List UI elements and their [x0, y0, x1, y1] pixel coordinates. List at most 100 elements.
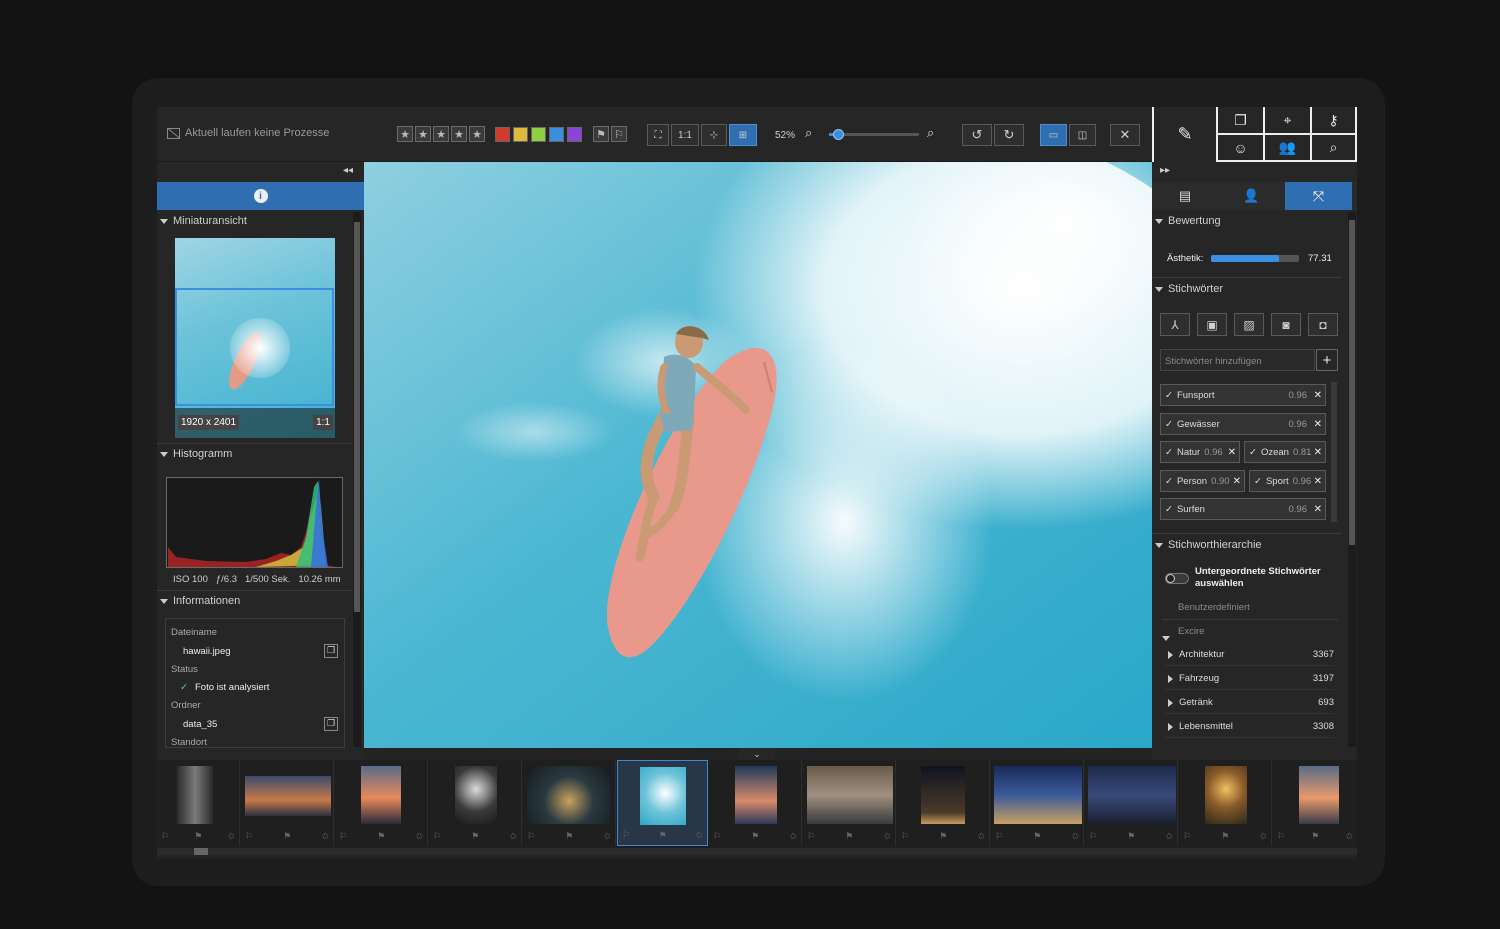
keyword-chip[interactable]: ✓ Sport 0.96 ✕	[1249, 470, 1326, 492]
film-thumb[interactable]: ⚐ ⚑ ✩	[709, 760, 802, 846]
flag-icon[interactable]: ⚐	[995, 831, 1003, 842]
star-icon[interactable]: ✩	[977, 831, 985, 842]
left-scrollbar[interactable]	[353, 212, 361, 747]
thumbnail-section-header[interactable]: Miniaturansicht	[160, 215, 247, 227]
hierarchy-section-header[interactable]: Stichworthierarchie	[1155, 539, 1262, 551]
star-1-icon[interactable]: ★	[397, 126, 413, 142]
add-keyword-input[interactable]: Stichwörter hinzufügen	[1160, 349, 1315, 371]
flag-icon[interactable]: ⚐	[713, 831, 721, 842]
star-icon[interactable]: ✩	[789, 831, 797, 842]
main-photo[interactable]	[364, 162, 1152, 748]
film-thumb[interactable]: ⚐ ⚑ ✩	[803, 760, 896, 846]
person-pose-icon[interactable]: ⅄	[1160, 313, 1190, 336]
color-label-blue[interactable]	[549, 127, 564, 142]
film-thumb-selected[interactable]: ⚐ ⚑ ✩	[617, 760, 708, 846]
flag-icon[interactable]: ⚐	[527, 831, 535, 842]
keyword-chip[interactable]: ✓ Gewässer 0.96 ✕	[1160, 413, 1326, 435]
remove-keyword-icon[interactable]: ✕	[1314, 476, 1322, 487]
flag-icon[interactable]: ⚐	[245, 831, 253, 842]
tag-icon[interactable]: ⚑	[283, 831, 291, 842]
tag-icon[interactable]: ⚑	[1127, 831, 1135, 842]
keyword-chip[interactable]: ✓ Ozean 0.81 ✕	[1244, 441, 1326, 463]
fullscreen-icon[interactable]: ⛶	[647, 124, 669, 146]
star-icon[interactable]: ✩	[1345, 831, 1353, 842]
film-thumb[interactable]: ⚐ ⚑ ✩	[523, 760, 616, 846]
flag-icon[interactable]: ⚐	[901, 831, 909, 842]
one-to-one-button[interactable]: 1:1	[671, 124, 699, 146]
viewport-frame[interactable]	[175, 288, 334, 406]
tag-icon[interactable]: ⚑	[659, 830, 667, 841]
film-thumb[interactable]: ⚐ ⚑ ✩	[335, 760, 428, 846]
filmstrip-scrollbar[interactable]	[157, 848, 1357, 855]
flag-icon[interactable]: ⚐	[433, 831, 441, 842]
tag-icon[interactable]: ⚑	[1311, 831, 1319, 842]
information-section-header[interactable]: Informationen	[160, 595, 240, 607]
star-5-icon[interactable]: ★	[469, 126, 485, 142]
flag-icon[interactable]: ⚐	[622, 830, 630, 841]
location-pin-icon[interactable]: ⌖	[1263, 107, 1310, 135]
compare-view-icon[interactable]: ◫	[1069, 124, 1096, 146]
film-thumb[interactable]: ⚐ ⚑ ✩	[157, 760, 240, 846]
star-icon[interactable]: ✩	[1259, 831, 1267, 842]
keyword-chip[interactable]: ✓ Funsport 0.96 ✕	[1160, 384, 1326, 406]
thumbnail-preview[interactable]: 1920 x 2401 1:1	[175, 238, 335, 438]
rotate-left-icon[interactable]: ↺	[962, 124, 992, 146]
fit-icon[interactable]: ⊹	[701, 124, 727, 146]
custom-label[interactable]: Benutzerdefiniert	[1178, 602, 1250, 613]
zoom-in-icon[interactable]: ⌕	[927, 125, 934, 141]
film-thumb[interactable]: ⚐ ⚑ ✩	[429, 760, 522, 846]
tree-item[interactable]: Architektur 3367	[1164, 644, 1334, 666]
face-icon[interactable]: ☺	[1216, 135, 1263, 162]
camera-settings-icon[interactable]: ◘	[1308, 313, 1338, 336]
tag-icon[interactable]: ⚑	[377, 831, 385, 842]
star-icon[interactable]: ✩	[603, 831, 611, 842]
tag-icon[interactable]: ⚑	[565, 831, 573, 842]
copy-folder-icon[interactable]: ❐	[324, 717, 338, 731]
people-icon[interactable]: 👥	[1263, 135, 1310, 162]
color-label-purple[interactable]	[567, 127, 582, 142]
close-icon[interactable]: ✕	[1110, 124, 1140, 146]
star-icon[interactable]: ✩	[321, 831, 329, 842]
color-label-yellow[interactable]	[513, 127, 528, 142]
reject-flag-icon[interactable]: ⚑	[593, 126, 609, 142]
color-label-red[interactable]	[495, 127, 510, 142]
key-icon[interactable]: ⚷	[1310, 107, 1357, 135]
star-2-icon[interactable]: ★	[415, 126, 431, 142]
tag-icon[interactable]: ⚑	[471, 831, 479, 842]
info-tab[interactable]: i	[157, 182, 364, 210]
flag-icon[interactable]: ⚐	[339, 831, 347, 842]
flag-icon[interactable]: ⚐	[807, 831, 815, 842]
keywords-section-header[interactable]: Stichwörter	[1155, 283, 1223, 295]
remove-keyword-icon[interactable]: ✕	[1314, 419, 1322, 430]
tag-icon[interactable]: ⚑	[1221, 831, 1229, 842]
star-icon[interactable]: ✩	[1071, 831, 1079, 842]
deselect-icon[interactable]: ▨	[1234, 313, 1264, 336]
pick-flag-icon[interactable]: ⚐	[611, 126, 627, 142]
right-scrollbar-thumb[interactable]	[1349, 220, 1355, 545]
film-thumb[interactable]: ⚐ ⚑ ✩	[1273, 760, 1357, 846]
star-icon[interactable]: ✩	[227, 831, 235, 842]
remove-keyword-icon[interactable]: ✕	[1314, 447, 1322, 458]
remove-keyword-icon[interactable]: ✕	[1233, 476, 1241, 487]
select-all-icon[interactable]: ▣	[1197, 313, 1227, 336]
keyword-chip[interactable]: ✓ Natur 0.96 ✕	[1160, 441, 1240, 463]
left-scrollbar-thumb[interactable]	[354, 222, 360, 612]
add-keyword-button[interactable]: +	[1316, 349, 1338, 371]
zoom-slider-handle[interactable]	[833, 129, 844, 140]
copy-filename-icon[interactable]: ❐	[324, 644, 338, 658]
film-thumb[interactable]: ⚐ ⚑ ✩	[1179, 760, 1272, 846]
star-icon[interactable]: ✩	[415, 831, 423, 842]
color-label-green[interactable]	[531, 127, 546, 142]
keyword-chip[interactable]: ✓ Person 0.90 ✕	[1160, 470, 1245, 492]
film-thumb[interactable]: ⚐ ⚑ ✩	[1085, 760, 1178, 846]
right-scrollbar[interactable]	[1348, 212, 1356, 747]
zoom-out-icon[interactable]: ⌕	[805, 125, 812, 141]
search-icon[interactable]: ⌕	[1310, 135, 1357, 162]
single-view-icon[interactable]: ▭	[1040, 124, 1067, 146]
star-icon[interactable]: ✩	[1165, 831, 1173, 842]
tag-icon[interactable]: ⚑	[1033, 831, 1041, 842]
keyword-chip[interactable]: ✓ Surfen 0.96 ✕	[1160, 498, 1326, 520]
star-icon[interactable]: ✩	[883, 831, 891, 842]
flag-icon[interactable]: ⚐	[1183, 831, 1191, 842]
film-thumb[interactable]: ⚐ ⚑ ✩	[897, 760, 990, 846]
